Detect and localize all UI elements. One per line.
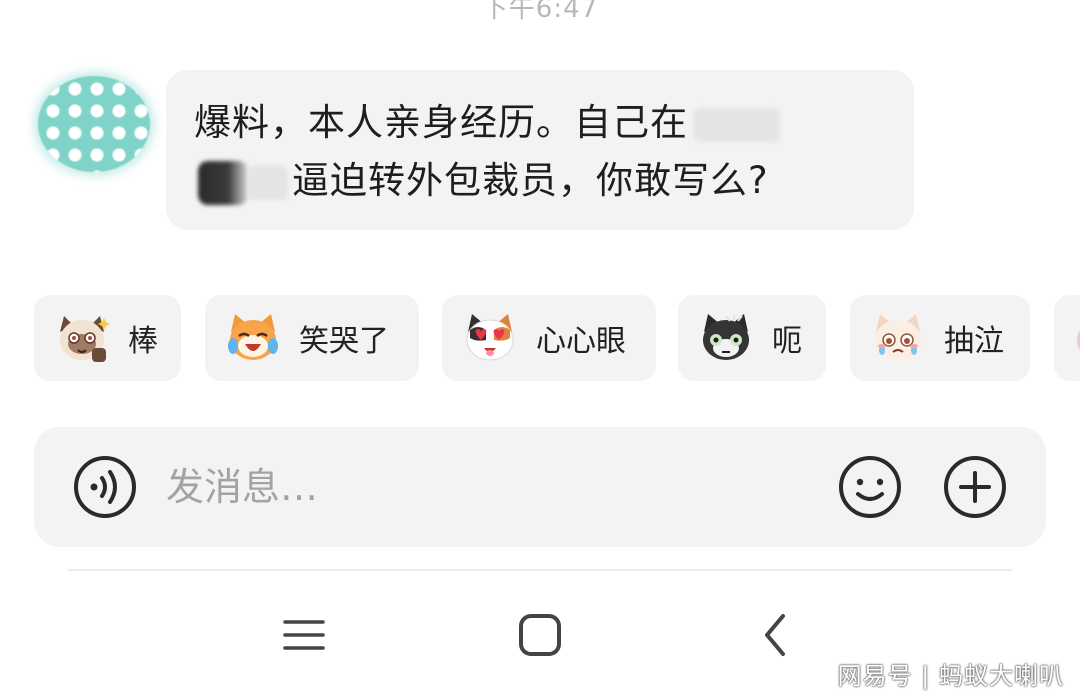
message-line-2: 逼迫转外包裁员，你敢写么? bbox=[194, 152, 886, 210]
reaction-bar: 棒 笑哭了 心心眼 呃 抽泣 bbox=[34, 295, 1080, 381]
reaction-chip-chouqi[interactable]: 抽泣 bbox=[850, 295, 1030, 381]
message-line-1: 爆料，本人亲身经历。自己在 bbox=[194, 94, 886, 152]
nav-divider bbox=[68, 569, 1012, 571]
message-input[interactable]: 发消息… bbox=[166, 457, 318, 517]
sender-avatar[interactable] bbox=[38, 76, 150, 172]
reaction-chip-e[interactable]: 呃 bbox=[678, 295, 826, 381]
watermark-text: 网易号 | 蚂蚁大喇叭 bbox=[837, 662, 1064, 690]
message-timestamp: 下午6:47 bbox=[481, 0, 599, 24]
reaction-label: 抽泣 bbox=[944, 324, 1004, 359]
home-icon[interactable] bbox=[517, 612, 563, 658]
redacted-text bbox=[694, 107, 780, 142]
emoji-icon[interactable] bbox=[837, 454, 903, 520]
sobbing-cat-icon bbox=[875, 314, 921, 360]
reaction-chip-partial[interactable] bbox=[1054, 295, 1080, 381]
reaction-label: 笑哭了 bbox=[299, 324, 389, 359]
cat-emoji-icon bbox=[1077, 330, 1080, 350]
speechless-cat-icon bbox=[703, 314, 749, 360]
message-text-1: 爆料，本人亲身经历。自己在 bbox=[194, 101, 688, 144]
redacted-text bbox=[198, 160, 248, 205]
reaction-chip-bang[interactable]: 棒 bbox=[34, 295, 181, 381]
reaction-label: 呃 bbox=[772, 324, 802, 359]
laughing-crying-cat-icon bbox=[228, 314, 278, 360]
message-bubble[interactable]: 爆料，本人亲身经历。自己在 逼迫转外包裁员，你敢写么? bbox=[166, 70, 914, 230]
redacted-text bbox=[248, 165, 288, 200]
reaction-label: 棒 bbox=[128, 324, 158, 359]
message-input-bar: 发消息… bbox=[34, 427, 1046, 547]
recent-apps-icon[interactable] bbox=[281, 612, 327, 658]
reaction-label: 心心眼 bbox=[536, 324, 626, 359]
heart-eyes-cat-icon bbox=[466, 314, 514, 361]
thumbs-up-cat-icon bbox=[60, 316, 110, 362]
voice-input-icon[interactable] bbox=[72, 454, 138, 520]
reaction-chip-xinxinyan[interactable]: 心心眼 bbox=[442, 295, 656, 381]
add-attachment-icon[interactable] bbox=[942, 454, 1008, 520]
back-icon[interactable] bbox=[753, 612, 799, 658]
reaction-chip-xiaokule[interactable]: 笑哭了 bbox=[205, 295, 419, 381]
message-text-2: 逼迫转外包裁员，你敢写么? bbox=[292, 159, 769, 202]
